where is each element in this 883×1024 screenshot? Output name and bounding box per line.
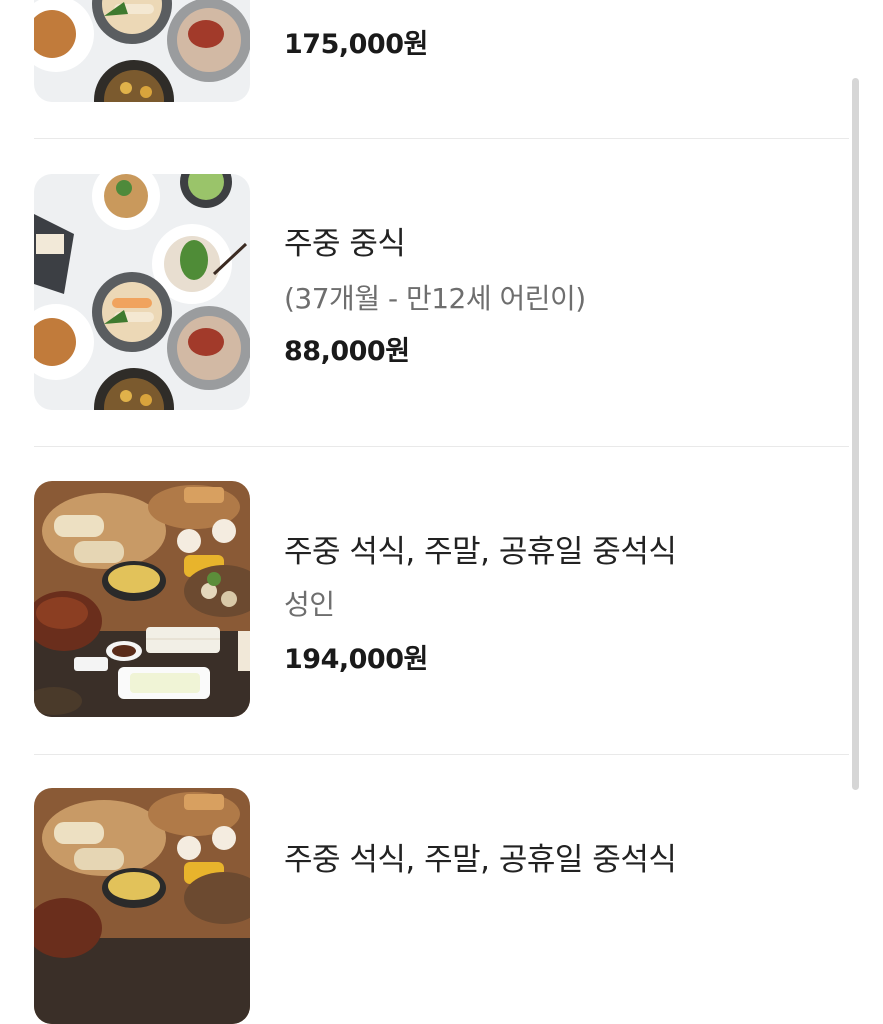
item-subtitle: (37개월 - 만12세 어린이)	[284, 282, 586, 315]
food-image-icon	[34, 174, 250, 410]
price-label: 88,000원	[284, 336, 410, 367]
item-name: 주중 석식, 주말, 공휴일 중석식	[284, 842, 677, 878]
item-name: 주중 중식	[284, 226, 406, 262]
dish-photo	[34, 788, 250, 1024]
dish-photo	[34, 0, 250, 102]
scrollbar[interactable]	[852, 78, 859, 790]
dish-photo	[34, 174, 250, 410]
item-subtitle: 성인	[284, 588, 335, 621]
menu-item[interactable]: 175,000원	[0, 0, 883, 138]
menu-item[interactable]: 주중 석식, 주말, 공휴일 중석식 성인 194,000원	[0, 447, 883, 754]
dish-photo	[34, 481, 250, 717]
food-image-icon	[34, 788, 250, 1024]
menu-item[interactable]: 주중 석식, 주말, 공휴일 중석식	[0, 755, 883, 1024]
item-name: 주중 석식, 주말, 공휴일 중석식	[284, 534, 677, 570]
menu-list: 175,000원 주중 중식 (37개월 - 만12세 어린이) 88,000원	[0, 0, 883, 1024]
price-label: 175,000원	[284, 29, 428, 60]
menu-item[interactable]: 주중 중식 (37개월 - 만12세 어린이) 88,000원	[0, 139, 883, 446]
food-image-icon	[34, 0, 250, 102]
food-image-icon	[34, 481, 250, 717]
price-label: 194,000원	[284, 644, 428, 675]
